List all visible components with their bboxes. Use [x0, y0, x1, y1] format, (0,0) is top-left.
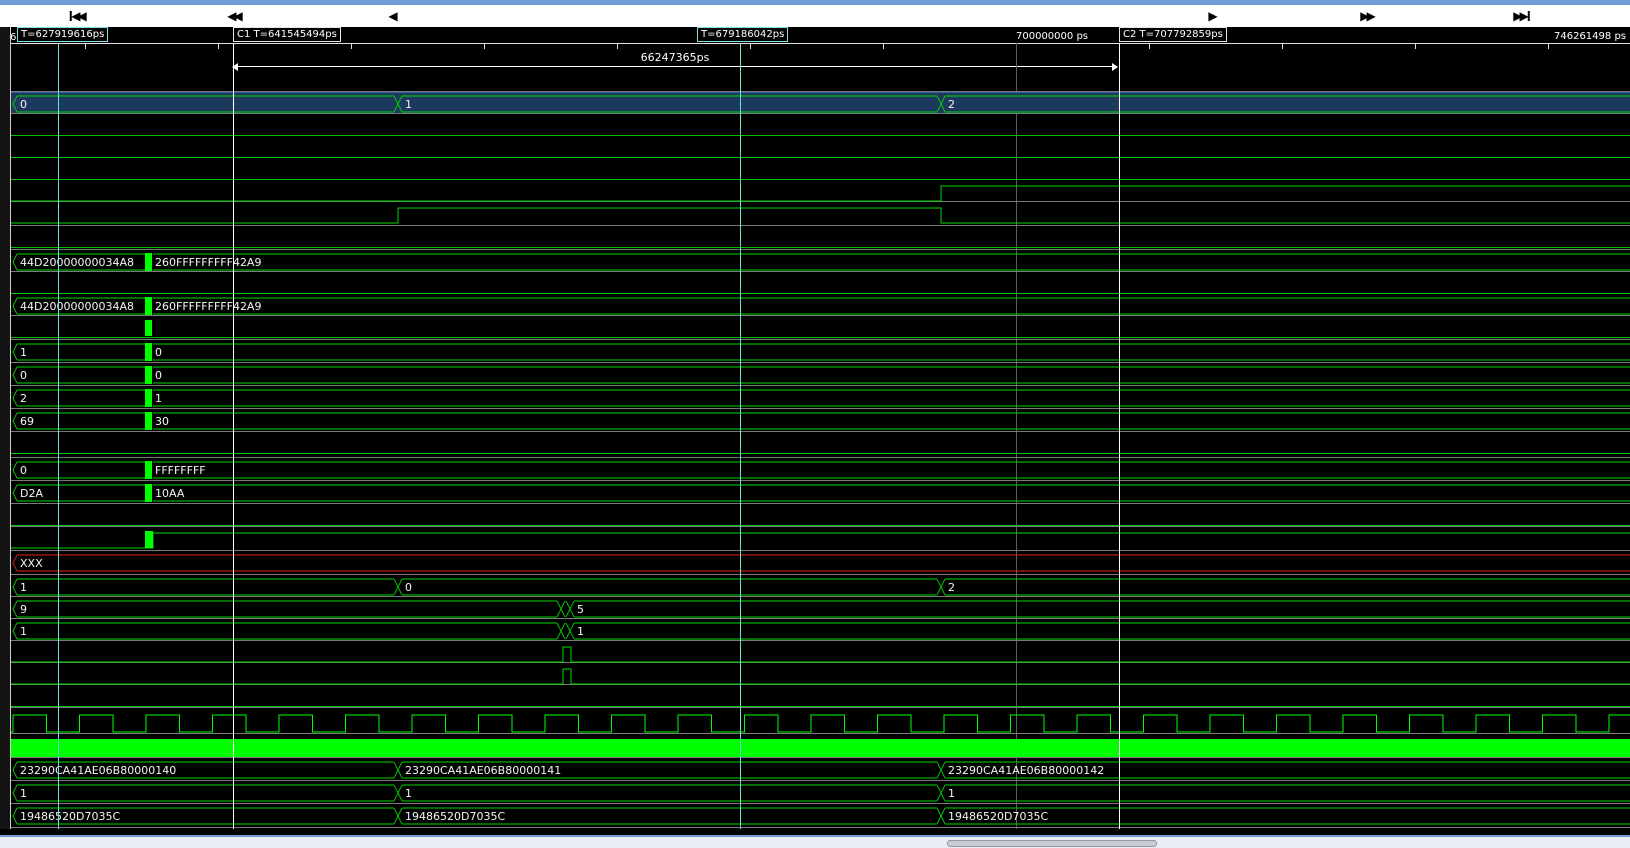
bus-value-label: 9 — [20, 603, 27, 616]
bus-value-label: 0 — [405, 581, 412, 594]
bus-value-label: 1 — [405, 787, 412, 800]
waveform-row-30[interactable]: 1 1 1 — [13, 785, 1630, 801]
waveform-row-23[interactable]: 11 — [13, 623, 1630, 639]
bus-value-label: 23290CA41AE06B80000141 — [405, 764, 561, 777]
waveform-row-24[interactable] — [11, 647, 1630, 662]
selected-row-highlight — [11, 92, 1630, 114]
bus-value-label: FFFFFFFF — [155, 464, 206, 477]
waveform-row-20[interactable]: XXX — [13, 555, 1630, 571]
bus-value-label: 1 — [20, 346, 27, 359]
bus-value-label: 2 — [20, 392, 27, 405]
bus-value-label: 0 — [155, 346, 162, 359]
bus-value-label: 0 — [20, 369, 27, 382]
bus-value-label: 19486520D7035C — [20, 810, 120, 823]
bus-value-label: 69 — [20, 415, 34, 428]
bus-value-label: 19486520D7035C — [405, 810, 505, 823]
bus-value-label: 5 — [577, 603, 584, 616]
bus-value-label: 1 — [20, 787, 27, 800]
bus-value-label: 1 — [20, 581, 27, 594]
bus-value-label: 30 — [155, 415, 169, 428]
glitch-pulse-bar — [145, 320, 152, 336]
waveform-row-17[interactable]: D2A 10AA — [13, 484, 1630, 502]
wave-panel[interactable]: 01244D20000000034A8260FFFFFFFFF42A944D20… — [0, 0, 1630, 848]
waveform-row-19[interactable] — [11, 531, 1630, 548]
bus-value-label: 0 — [20, 464, 27, 477]
waveform-row-5[interactable] — [11, 208, 1630, 223]
bus-value-label: 260FFFFFFFFF42A9 — [155, 256, 261, 269]
waveform-row-21[interactable]: 1 0 2 — [13, 579, 1630, 595]
bus-value-label: 0 — [155, 369, 162, 382]
bus-value-label: 10AA — [155, 487, 185, 500]
bus-value-label: D2A — [20, 487, 43, 500]
bus-value-label: 1 — [155, 392, 162, 405]
waveform-row-11[interactable]: 10 — [13, 343, 1630, 361]
waveform-row-9[interactable]: 44D20000000034A8 260FFFFFFFFF42A9 — [13, 297, 1630, 315]
dense-toggle-fill — [11, 739, 1630, 757]
waveform-row-25[interactable] — [11, 669, 1630, 684]
c2-cursor[interactable] — [1119, 43, 1120, 829]
bus-value-label: 2 — [948, 581, 955, 594]
bus-value-label: 19486520D7035C — [948, 810, 1048, 823]
compressed-transition-bar — [145, 253, 152, 271]
compressed-transition-bar — [145, 343, 152, 361]
bus-value-label: 260FFFFFFFFF42A9 — [155, 300, 261, 313]
waveform-row-13[interactable]: 21 — [13, 389, 1630, 407]
waveform-row-7[interactable]: 44D20000000034A8 260FFFFFFFFF42A9 — [13, 253, 1630, 271]
bus-value-label: 1 — [577, 625, 584, 638]
bus-value-label: 0 — [20, 98, 27, 111]
compressed-transition-bar — [145, 297, 152, 315]
waveform-row-27[interactable] — [11, 715, 1630, 732]
waveform-row-16[interactable]: 0 FFFFFFFF — [13, 461, 1630, 479]
bus-value-label: 1 — [20, 625, 27, 638]
bus-value-label: XXX — [20, 557, 43, 570]
waveform-row-4[interactable] — [11, 186, 1630, 201]
bus-value-label: 2 — [948, 98, 955, 111]
waveform-viewer-window: { "colors":{ "accent_blue":"#6f9ed6", "w… — [0, 0, 1630, 848]
waveform-row-22[interactable]: 95 — [13, 601, 1630, 617]
waveform-row-12[interactable]: 00 — [13, 366, 1630, 384]
compressed-transition-bar — [145, 461, 152, 479]
bus-value-label: 23290CA41AE06B80000140 — [20, 764, 176, 777]
c1-cursor[interactable] — [233, 43, 234, 829]
waveform-row-14[interactable]: 69 30 — [13, 412, 1630, 430]
bus-value-label: 1 — [948, 787, 955, 800]
waveform-row-10[interactable] — [11, 320, 1630, 338]
compressed-transition-bar — [145, 484, 152, 502]
current-time-cursor[interactable] — [740, 43, 741, 829]
bus-value-label: 44D20000000034A8 — [20, 300, 134, 313]
compressed-transition-bar — [145, 531, 153, 548]
bus-value-label: 1 — [405, 98, 412, 111]
bus-value-label: 44D20000000034A8 — [20, 256, 134, 269]
waveform-row-28[interactable] — [11, 739, 1630, 757]
waveform-row-29[interactable]: 23290CA41AE06B80000140 23290CA41AE06B8000… — [13, 762, 1630, 778]
compressed-transition-bar — [145, 366, 152, 384]
compressed-transition-bar — [145, 389, 152, 407]
left-time-cursor[interactable] — [58, 43, 59, 829]
bus-value-label: 23290CA41AE06B80000142 — [948, 764, 1104, 777]
compressed-transition-bar — [145, 412, 152, 430]
waveform-row-31[interactable]: 19486520D7035C 19486520D7035C 19486520D703… — [13, 808, 1630, 824]
